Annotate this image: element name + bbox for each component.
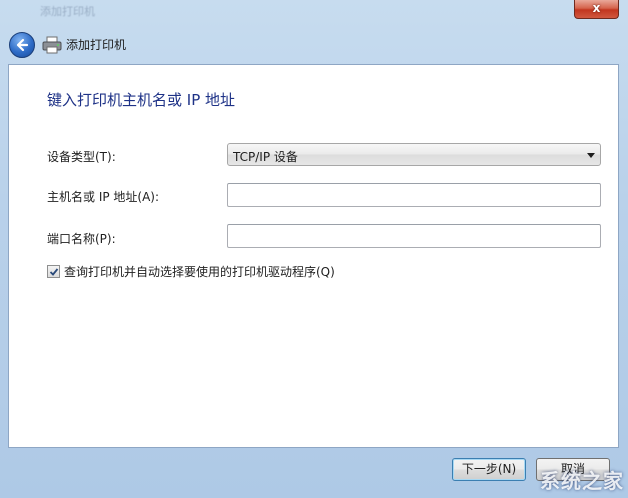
checkmark-icon: [49, 268, 59, 276]
wizard-title: 添加打印机: [66, 38, 127, 52]
chevron-down-icon: [587, 153, 595, 158]
auto-driver-checkbox[interactable]: [47, 265, 60, 278]
device-type-select[interactable]: TCP/IP 设备: [227, 143, 601, 166]
close-icon: x: [592, 1, 601, 15]
device-type-label: 设备类型(T):: [47, 150, 116, 164]
port-name-label: 端口名称(P):: [47, 232, 116, 246]
printer-icon: [42, 36, 62, 54]
add-printer-window: 添加打印机 x 添加打印机 键入打印机主机名或 IP 地址 设备类型(T): T…: [0, 0, 628, 498]
auto-driver-label[interactable]: 查询打印机并自动选择要使用的打印机驱动程序(Q): [64, 263, 335, 280]
watermark: 系统之家: [540, 469, 624, 493]
page-heading: 键入打印机主机名或 IP 地址: [47, 91, 236, 109]
device-type-value: TCP/IP 设备: [233, 150, 298, 164]
content-panel: 键入打印机主机名或 IP 地址 设备类型(T): TCP/IP 设备 主机名或 …: [8, 64, 619, 448]
back-button[interactable]: [9, 32, 35, 58]
title-bar: 添加打印机 x: [0, 0, 628, 24]
window-title: 添加打印机: [40, 5, 95, 18]
navigation-bar: 添加打印机: [0, 26, 628, 64]
back-arrow-icon: [16, 38, 29, 52]
next-button[interactable]: 下一步(N): [452, 458, 526, 481]
hostname-input[interactable]: [227, 183, 601, 207]
close-button[interactable]: x: [574, 0, 619, 19]
port-name-input[interactable]: [227, 224, 601, 248]
hostname-label: 主机名或 IP 地址(A):: [47, 190, 160, 204]
